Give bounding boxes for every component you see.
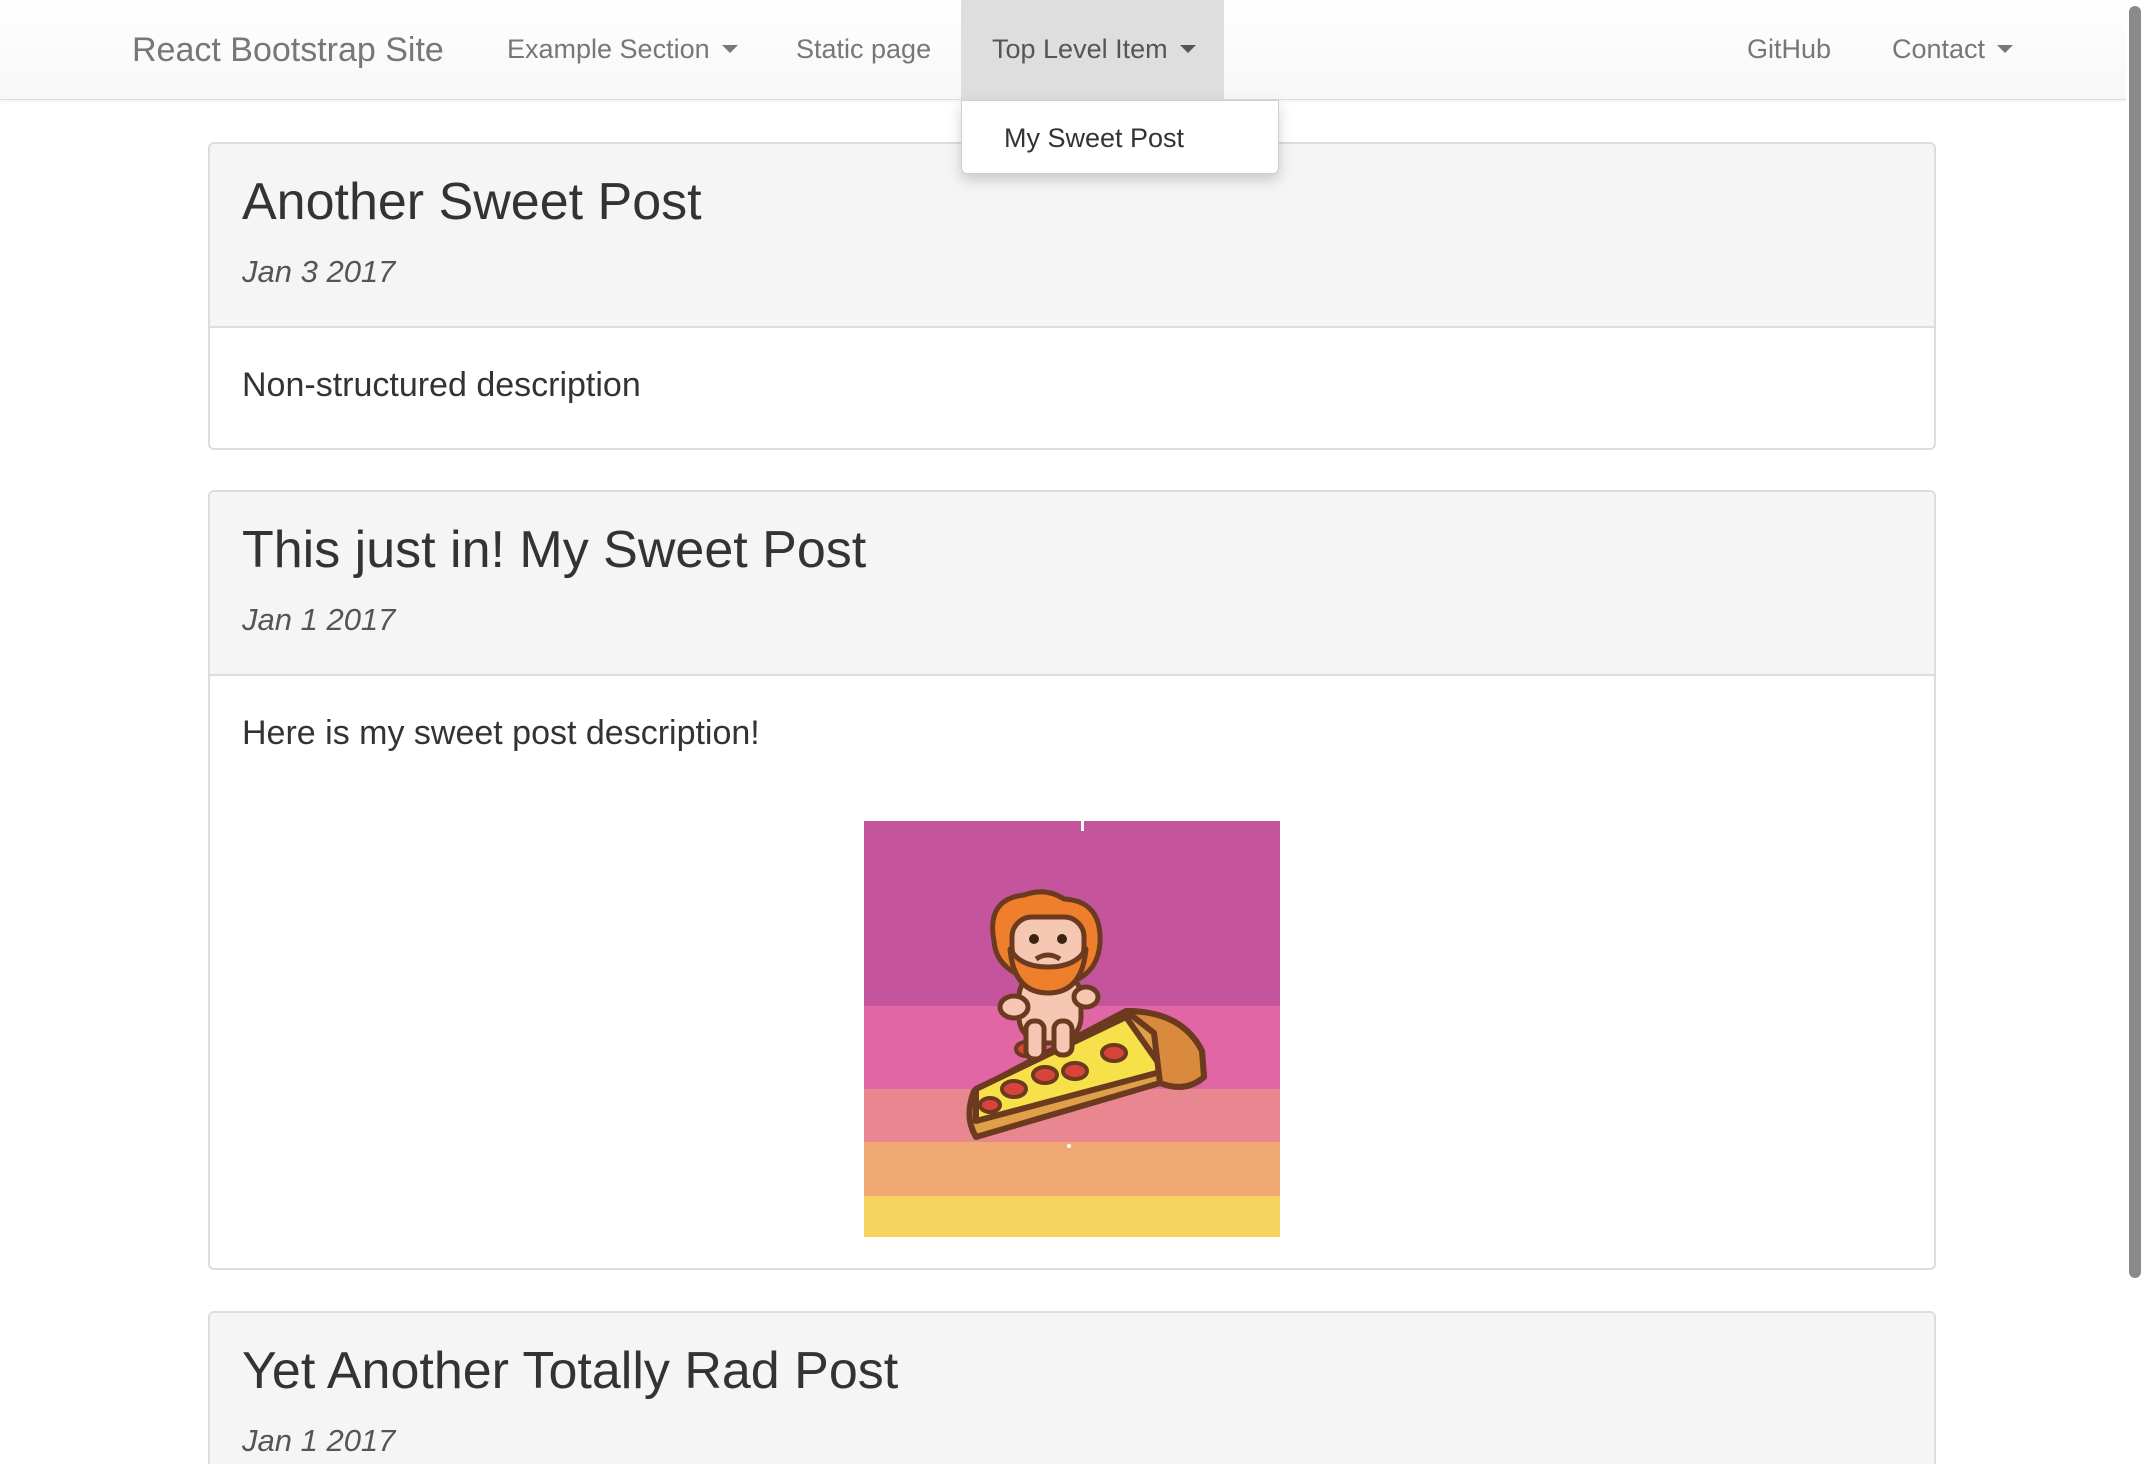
caret-down-icon xyxy=(721,44,738,53)
post-heading: This just in! My Sweet Post Jan 1 2017 xyxy=(210,492,1934,676)
dropdown-item-my-sweet-post[interactable]: My Sweet Post xyxy=(962,101,1278,175)
post-title[interactable]: Another Sweet Post xyxy=(242,172,702,232)
post-title[interactable]: This just in! My Sweet Post xyxy=(242,520,866,580)
post-body: Non-structured description xyxy=(210,328,1934,448)
top-level-item-dropdown-menu: My Sweet Post xyxy=(961,100,1279,174)
nav-example-section-label: Example Section xyxy=(507,34,710,64)
post-date: Jan 3 2017 xyxy=(242,254,396,289)
nav-static-page-label: Static page xyxy=(796,34,932,64)
pizza-surfer-illustration xyxy=(864,821,1280,1237)
post-date: Jan 1 2017 xyxy=(242,602,396,637)
nav-example-section[interactable]: Example Section xyxy=(507,0,738,100)
post-description: Here is my sweet post description! xyxy=(242,714,760,752)
post-panel: This just in! My Sweet Post Jan 1 2017 H… xyxy=(208,490,1936,1270)
post-description: Non-structured description xyxy=(242,366,641,404)
caret-down-icon xyxy=(1179,44,1196,53)
nav-top-level-item[interactable]: Top Level Item xyxy=(961,0,1224,100)
nav-contact-label: Contact xyxy=(1892,34,1986,64)
post-body: Here is my sweet post description! xyxy=(210,676,1934,1268)
post-panel: Yet Another Totally Rad Post Jan 1 2017 xyxy=(208,1311,1936,1464)
brand-link[interactable]: React Bootstrap Site xyxy=(132,0,444,100)
nav-github[interactable]: GitHub xyxy=(1747,0,1831,100)
caret-down-icon xyxy=(1997,44,2014,53)
nav-contact[interactable]: Contact xyxy=(1892,0,2014,100)
nav-static-page[interactable]: Static page xyxy=(796,0,931,100)
post-date: Jan 1 2017 xyxy=(242,1423,396,1458)
nav-top-level-item-label: Top Level Item xyxy=(992,34,1168,64)
scrollbar[interactable] xyxy=(2126,0,2144,1464)
nav-github-label: GitHub xyxy=(1747,34,1832,64)
navbar: React Bootstrap Site Example Section Sta… xyxy=(0,0,2126,100)
post-panel: Another Sweet Post Jan 3 2017 Non-struct… xyxy=(208,142,1936,450)
scrollbar-thumb[interactable] xyxy=(2129,6,2141,1278)
post-heading: Yet Another Totally Rad Post Jan 1 2017 xyxy=(210,1313,1934,1464)
post-title[interactable]: Yet Another Totally Rad Post xyxy=(242,1341,898,1401)
